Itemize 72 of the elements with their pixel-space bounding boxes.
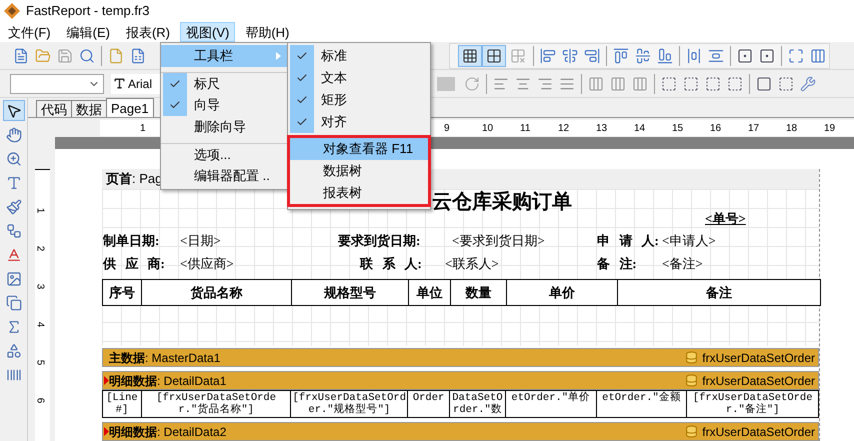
font-icon — [113, 77, 126, 90]
field-value: <备注> — [662, 255, 703, 273]
submenu-arrow-icon — [276, 52, 281, 60]
dataset-name: frxUserDataSetOrder — [702, 350, 815, 366]
menu-entry[interactable]: 向导 — [161, 94, 287, 116]
field-value: <日期> — [180, 232, 221, 250]
page-tab[interactable]: Page1 — [106, 98, 154, 117]
menu-entry[interactable]: 工具栏 — [161, 45, 287, 67]
data-cell: etOrder."单价 — [504, 391, 596, 417]
menu-entry[interactable]: 矩形 — [288, 89, 430, 111]
window-title: FastReport - temp.fr3 — [26, 2, 150, 20]
vertical-ruler: 1 2 3 4 5 6 — [35, 169, 50, 441]
table-header-cell: 备注 — [617, 280, 820, 305]
table-header-cell: 规格型号 — [291, 280, 408, 305]
field-value: <要求到货日期> — [452, 232, 545, 250]
data-cell: [frxUserDataSetOrder."货品名称"] — [140, 391, 290, 417]
marker-icon — [104, 427, 109, 436]
band-title: 明细数据: DetailData1 — [109, 372, 226, 390]
menu-item[interactable]: 帮助(H) — [239, 22, 296, 42]
field-label: 联 系 人: — [360, 255, 422, 273]
table-header-cell: 货品名称 — [141, 280, 291, 305]
font-name: Arial — [128, 76, 152, 92]
field-value: <申请人> — [662, 232, 716, 250]
band-title: 主数据: MasterData1 — [109, 350, 220, 366]
marker-icon — [104, 376, 109, 385]
data-cell-text: [Line #] — [105, 391, 139, 417]
data-cell: etOrder."金额 — [596, 391, 686, 417]
field-label: 申 请 人: — [597, 232, 659, 250]
menu-item[interactable]: 报表(R) — [120, 22, 176, 42]
app-logo-icon — [4, 3, 20, 19]
field-value: <供应商> — [180, 255, 234, 273]
menu-entry[interactable]: 标尺 — [161, 72, 287, 94]
page-tab[interactable]: 代码 — [36, 100, 72, 117]
table-header-cell: 单位 — [408, 280, 450, 305]
field-label: 供 应 商: — [103, 255, 165, 273]
grid-icon[interactable] — [458, 44, 482, 66]
menu-entry[interactable]: 文本 — [288, 67, 430, 89]
field-value: <联系人> — [445, 255, 499, 273]
menu-entry[interactable]: 选项... — [161, 143, 287, 165]
menu-item[interactable]: 视图(V) — [180, 22, 236, 42]
check-icon — [169, 99, 181, 111]
dataset-name: frxUserDataSetOrder — [702, 424, 815, 440]
menu-item[interactable]: 文件(F) — [2, 22, 57, 42]
snap-grid-icon[interactable] — [482, 44, 506, 66]
pointer-icon[interactable] — [2, 100, 24, 121]
table-header-cell: 单价 — [506, 280, 617, 305]
database-icon — [685, 351, 698, 364]
table-header-cell: 数量 — [450, 280, 506, 305]
database-icon — [685, 425, 698, 438]
data-cell: [frxUserDataSetOrder."规格型号"] — [290, 391, 408, 417]
font-style-combo[interactable] — [10, 74, 104, 94]
data-cell: Order — [407, 391, 450, 417]
field-label: 制单日期: — [103, 232, 160, 250]
check-icon — [296, 94, 308, 106]
page-tab[interactable]: 数据 — [71, 100, 107, 117]
check-icon — [296, 50, 308, 62]
data-cell: DataSetOrder."数 — [449, 391, 505, 417]
menu-item[interactable]: 编辑(E) — [60, 22, 116, 42]
dataset-name: frxUserDataSetOrder — [702, 372, 815, 390]
check-icon — [296, 72, 308, 84]
database-icon — [685, 374, 698, 387]
menu-entry[interactable]: 对象查看器 F11 — [290, 138, 428, 160]
report-title: 云仓库采购订单 — [432, 190, 572, 215]
band-title: 明细数据: DetailData2 — [109, 424, 226, 440]
field-label: 备 注: — [597, 255, 637, 273]
data-cell: [frxUserDataSetOrder."备注"] — [686, 391, 818, 417]
order-number-field: <单号> — [705, 209, 746, 228]
table-header-cell-text: 序号 — [108, 284, 136, 302]
check-icon — [169, 78, 181, 90]
check-icon — [296, 116, 308, 128]
menu-entry[interactable]: 标准 — [288, 45, 430, 67]
field-label: 要求到货日期: — [338, 232, 420, 250]
